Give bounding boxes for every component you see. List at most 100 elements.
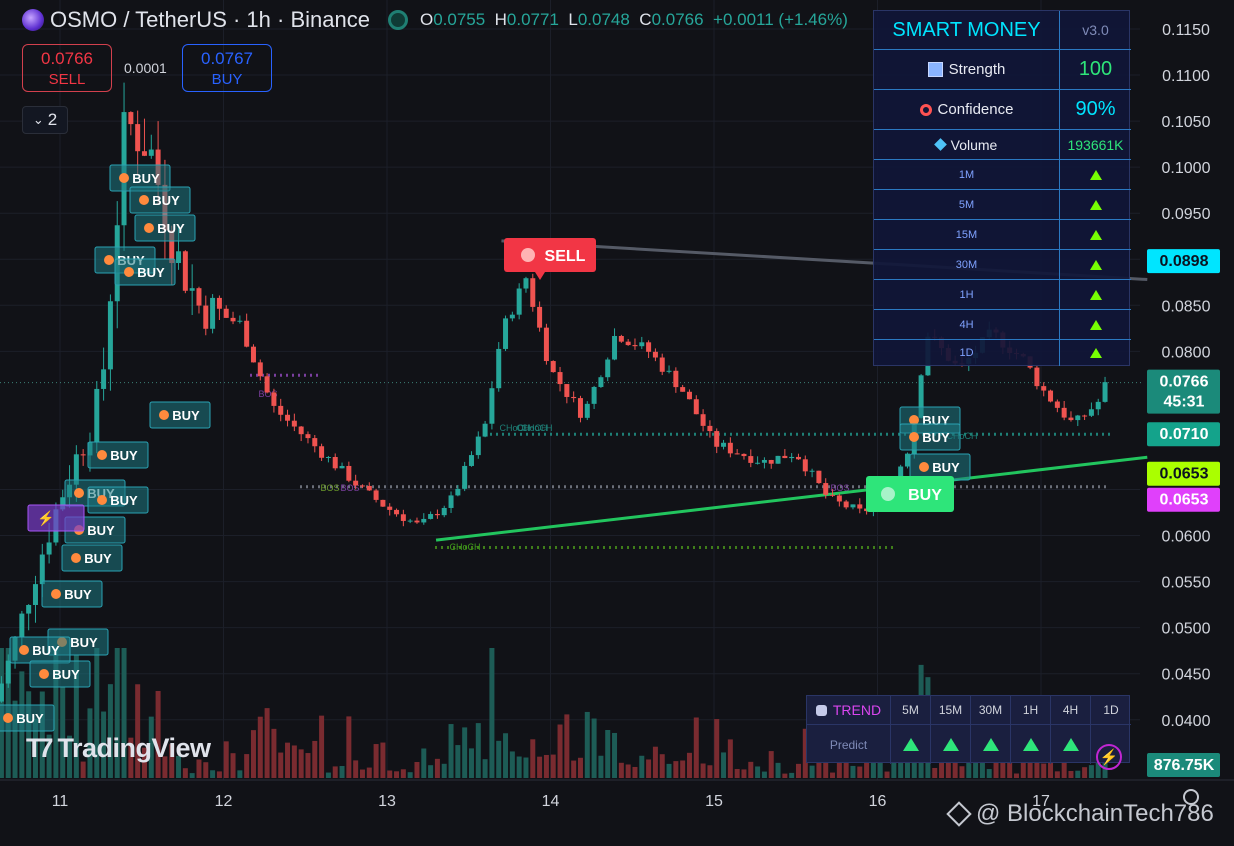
volume-bar [1068,770,1074,778]
buy-signal-tag[interactable]: BUY [134,214,196,242]
candle-body [1075,415,1081,421]
price-tag[interactable]: 876.75K [1147,753,1220,777]
candle-body [727,442,733,454]
volume-bar [646,759,652,778]
candle-body [809,470,815,472]
volume-bar [373,744,379,778]
candle-body [496,348,502,389]
buy-signal-tag[interactable]: BUY [87,486,149,514]
fire-icon [97,495,107,505]
buy-signal-label: BUY [132,171,160,186]
candle-body [203,305,209,329]
candle-body [1034,367,1040,387]
y-tick-label: 0.1000 [1162,160,1211,177]
buy-signal-tag[interactable]: BUY [87,441,149,469]
big-buy-signal-tag[interactable]: BUY [866,476,954,512]
volume-bar [509,751,515,778]
candle-body [346,465,352,481]
indicator-toggle-button[interactable]: ⌄ 2 [22,106,68,134]
lightning-icon[interactable]: ⚡ [1096,744,1122,770]
buy-signal-label: BUY [157,221,185,236]
volume-bar [884,771,890,778]
candle-body [1102,382,1108,402]
buy-signal-tag[interactable]: BUY [149,401,211,429]
candle-body [632,345,638,347]
volume-bar [632,766,638,778]
spread-value: 0.0001 [124,60,167,76]
volume-bar [523,757,529,778]
fire-icon [159,410,169,420]
volume-bar [850,765,856,778]
price-tag[interactable]: 0.0898 [1147,249,1220,274]
buy-signal-tag[interactable]: BUY [899,423,961,451]
volume-bar [223,741,229,778]
candle-body [448,495,454,508]
buy-signal-label: BUY [84,551,112,566]
candle-body [359,485,365,487]
volume-bar [244,754,250,778]
candle-body [244,320,250,347]
volume-bar [1075,770,1081,778]
buy-signal-tag[interactable]: BUY [9,636,71,664]
candle-body [598,377,604,387]
candle-body [278,405,284,415]
price-tag-value: 0.0766 [1160,374,1209,391]
volume-bar [652,746,658,778]
lightning-signal-tag[interactable]: ⚡ [27,504,85,532]
candle-body [659,357,665,372]
smart-money-version: v3.0 [1082,22,1109,38]
candle-body [734,453,740,455]
volume-bar [271,728,277,778]
fire-icon [39,669,49,679]
price-tag[interactable]: 0.0653 [1147,487,1220,512]
fire-icon [124,267,134,277]
y-tick-label: 0.1150 [1162,22,1210,39]
price-tag[interactable]: 0.0653 [1147,461,1220,486]
symbol-title[interactable]: OSMO / TetherUS · 1h · Binance [50,7,370,33]
candle-body [434,514,440,516]
timeframe-row-4h: 4H [874,310,1131,340]
buy-signal-tag[interactable]: BUY [29,660,91,688]
volume-bar [755,766,761,778]
candle-body [441,507,447,516]
price-tag[interactable]: 0.0766 45:31 [1147,369,1220,414]
osmo-coin-icon [22,9,44,31]
volume-bar [550,754,556,778]
candle-body [285,414,291,421]
gear-icon[interactable] [1183,789,1199,805]
candle-body [741,453,747,457]
sell-button[interactable]: 0.0766 SELL [22,44,112,92]
volume-bar [80,761,86,778]
volume-bar [680,760,686,778]
candle-body [1068,417,1074,421]
candle-body [843,501,849,508]
candle-body [700,414,706,426]
volume-bar [339,765,345,778]
volume-bar [625,764,631,778]
candle-body [537,306,543,328]
candle-body [1095,401,1101,410]
candle-body [319,446,325,458]
volume-bar [673,761,679,778]
volume-bar [707,765,713,778]
price-tag[interactable]: 0.0710 [1147,422,1220,447]
volume-bar [428,765,434,778]
candle-body [577,398,583,418]
volume-bar [830,772,836,778]
fire-icon [909,432,919,442]
y-tick-label: 0.0450 [1162,667,1211,684]
buy-signal-tag[interactable]: BUY [61,544,123,572]
volume-bar [503,733,509,778]
buy-signal-tag[interactable]: BUY [114,258,176,286]
globe-icon [881,487,895,501]
volume-bar [612,732,618,778]
buy-button[interactable]: 0.0767 BUY [182,44,272,92]
candle-body [516,288,522,315]
buy-signal-tag[interactable]: BUY [129,186,191,214]
symbol-header: OSMO / TetherUS · 1h · Binance O0.0755 H… [22,6,848,34]
buy-signal-tag[interactable]: BUY [0,704,55,732]
candle-body [714,431,720,447]
buy-signal-tag[interactable]: BUY [41,580,103,608]
volume-bar [312,740,318,778]
volume-bar [237,770,243,778]
